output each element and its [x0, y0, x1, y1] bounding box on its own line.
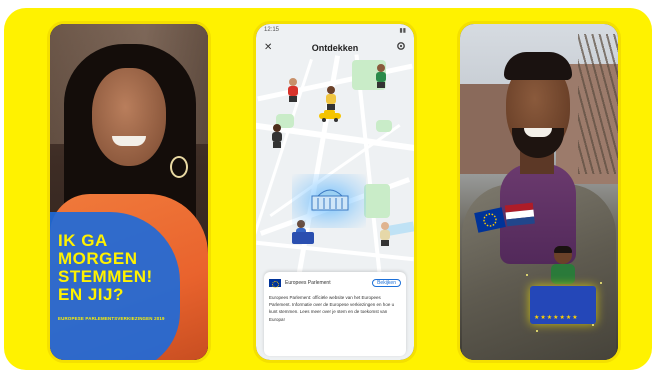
sparkle [600, 282, 602, 284]
eu-flag-icon [269, 279, 281, 288]
ballot-box-stars: ★★★★★★★ [534, 315, 579, 321]
status-bar: 12:15 ▮▮ [256, 24, 414, 38]
hoop-earring [170, 156, 188, 178]
battery-icon: ▮▮ [399, 28, 406, 34]
parliament-building-icon[interactable] [310, 184, 350, 212]
map-view[interactable]: 12:15 ▮▮ ✕ Ontdekken Europees Parlement … [256, 24, 414, 360]
info-card[interactable]: Europees Parlement Bekijken Europees Par… [264, 272, 406, 356]
map-header: ✕ Ontdekken [256, 38, 414, 58]
flags-sticker [474, 202, 535, 233]
map-title: Ontdekken [311, 43, 359, 53]
sparkle [592, 324, 594, 326]
headline-line: STEMMEN! [58, 267, 153, 286]
gear-icon[interactable] [396, 41, 406, 51]
bitmoji-avatar [546, 246, 580, 290]
sparkle [526, 274, 528, 276]
bitmoji-car[interactable] [318, 108, 342, 122]
bitmoji-friend[interactable] [270, 124, 284, 148]
status-time: 12:15 [264, 27, 280, 33]
voting-headline: IK GA MORGEN STEMMEN! EN JIJ? [58, 232, 198, 304]
netherlands-flag-icon [504, 202, 535, 227]
phone-selfie-voting-lens[interactable]: IK GA MORGEN STEMMEN! EN JIJ? EUROPESE P… [50, 24, 208, 360]
sparkle [536, 330, 538, 332]
close-icon[interactable]: ✕ [264, 42, 272, 53]
ballot-box-icon[interactable] [292, 232, 314, 244]
headline-line: EN JIJ? [58, 285, 124, 304]
card-action-button[interactable]: Bekijken [372, 279, 401, 287]
car-icon [319, 110, 341, 122]
card-title: Europees Parlement [285, 280, 331, 286]
bitmoji-friend[interactable] [324, 86, 338, 110]
headline-line: MORGEN [58, 249, 138, 268]
card-header: Europees Parlement Bekijken [269, 277, 401, 289]
phone-map-discover[interactable]: 12:15 ▮▮ ✕ Ontdekken Europees Parlement … [256, 24, 414, 360]
bitmoji-friend[interactable] [378, 222, 392, 246]
eu-flag-icon [474, 207, 506, 233]
card-body-text: Europees Parlement: officiële website va… [269, 295, 395, 322]
election-subline: EUROPESE PARLEMENTSVERKIEZINGEN 2019 [58, 316, 165, 321]
ballot-box: ★★★★★★★ [530, 286, 596, 324]
bitmoji-friend[interactable] [374, 64, 388, 88]
bitmoji-friend[interactable] [286, 78, 300, 102]
headline-line: IK GA [58, 231, 108, 250]
phone-ballot-lens[interactable]: ★★★★★★★ [460, 24, 618, 360]
